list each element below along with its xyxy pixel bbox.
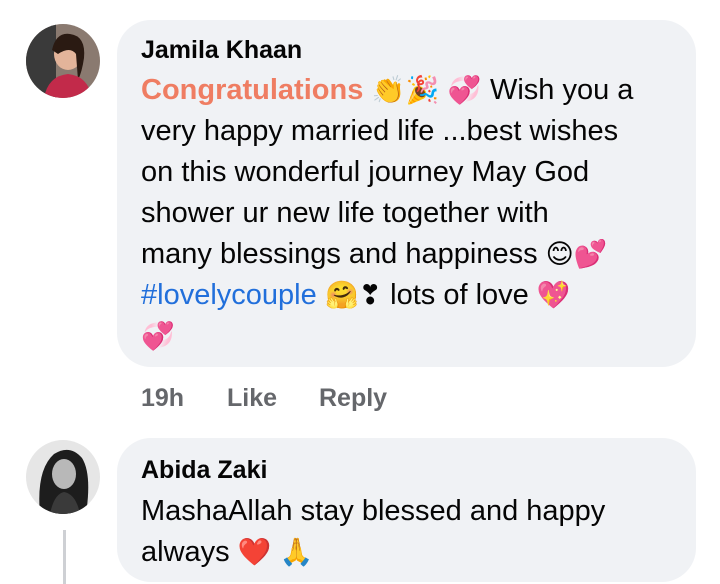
text-segment: on this wonderful journey May God bbox=[141, 156, 590, 188]
like-button[interactable]: Like bbox=[227, 384, 319, 413]
woman-photo-avatar-bw-icon bbox=[26, 440, 100, 514]
comment-text-line: MashaAllah stay blessed and happy bbox=[141, 491, 605, 532]
text-segment: MashaAllah stay blessed and happy bbox=[141, 495, 606, 527]
emoji-icon: 💞 bbox=[141, 321, 175, 352]
emoji-icon: 🤗❣ bbox=[316, 280, 391, 311]
avatar[interactable] bbox=[26, 24, 100, 98]
text-segment: very happy married life ...best wishes bbox=[141, 115, 619, 147]
avatar[interactable] bbox=[26, 440, 100, 514]
reply-thread-line bbox=[63, 530, 66, 584]
text-segment: lots of love bbox=[390, 279, 537, 311]
comment-text-line: 💞 bbox=[141, 316, 633, 357]
hashtag-link[interactable]: #lovelycouple bbox=[141, 279, 317, 311]
comment-text: Congratulations 👏🎉 💞 Wish you a very happ… bbox=[141, 70, 633, 357]
congratulations-text: Congratulations bbox=[141, 74, 364, 106]
text-segment: many blessings and happiness bbox=[141, 238, 546, 270]
text-segment: shower ur new life together with bbox=[141, 197, 549, 229]
comment-timestamp[interactable]: 19h bbox=[141, 384, 227, 413]
emoji-icon: ❤️ 🙏 bbox=[237, 537, 314, 568]
comment-text-line: very happy married life ...best wishes bbox=[141, 111, 633, 152]
emoji-icon: 👏🎉 💞 bbox=[363, 75, 490, 106]
text-segment: always bbox=[141, 536, 238, 568]
comment-text-line: Congratulations 👏🎉 💞 Wish you a bbox=[141, 70, 633, 111]
comment-author[interactable]: Jamila Khaan bbox=[141, 36, 302, 65]
comment-text-line: always ❤️ 🙏 bbox=[141, 532, 605, 573]
comment-text-line: many blessings and happiness 😊💕 bbox=[141, 234, 633, 275]
comment-text: MashaAllah stay blessed and happy always … bbox=[141, 491, 605, 573]
comment-text-line: on this wonderful journey May God bbox=[141, 152, 633, 193]
woman-photo-avatar-icon bbox=[26, 24, 100, 98]
emoji-icon: 💖 bbox=[536, 280, 571, 311]
emoji-icon: 😊💕 bbox=[545, 239, 608, 270]
comment-text-line: shower ur new life together with bbox=[141, 193, 633, 234]
comment-author[interactable]: Abida Zaki bbox=[141, 456, 267, 485]
comment-text-line: #lovelycouple 🤗❣ lots of love 💖 bbox=[141, 275, 633, 316]
text-segment: Wish you a bbox=[489, 74, 634, 106]
reply-button[interactable]: Reply bbox=[319, 384, 387, 413]
comment-actions: 19h Like Reply bbox=[141, 384, 387, 413]
